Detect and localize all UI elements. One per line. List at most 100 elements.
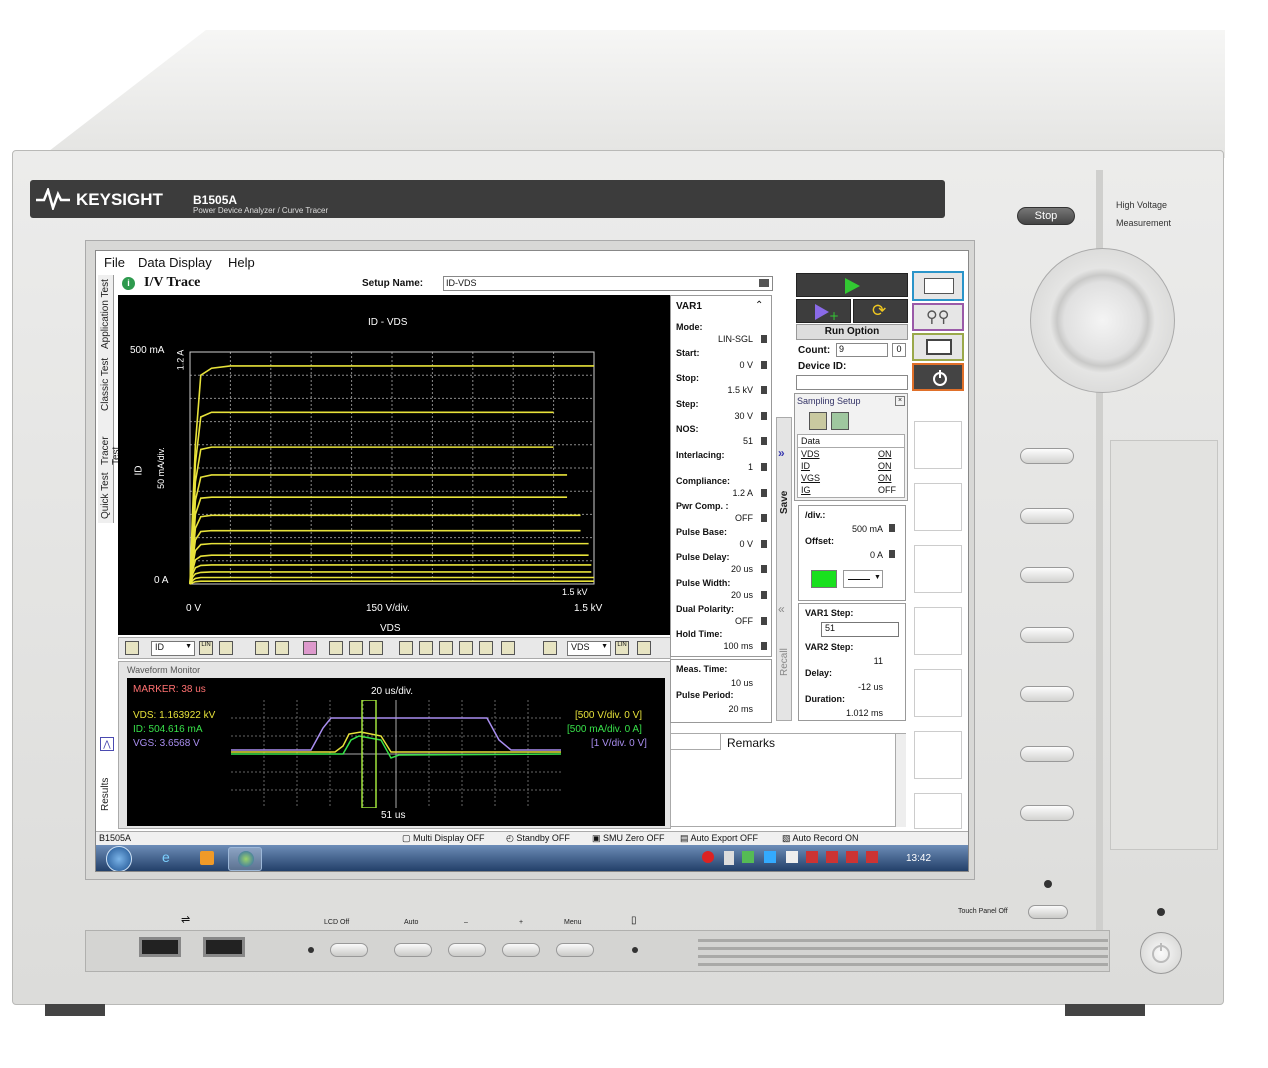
taskbar-app-button[interactable] <box>228 847 262 871</box>
keypad-icon[interactable] <box>889 524 895 532</box>
tray-icon[interactable] <box>826 851 838 863</box>
tab-quick-test[interactable]: Quick Test <box>100 471 111 520</box>
tray-icon[interactable] <box>786 851 798 863</box>
status-smu-zero[interactable]: ▣ SMU Zero OFF <box>592 833 665 844</box>
menu-data-display[interactable]: Data Display <box>138 255 212 270</box>
save-tab[interactable]: Save <box>779 478 790 514</box>
speaker-icon[interactable] <box>866 851 878 863</box>
tray-icon[interactable] <box>764 851 776 863</box>
status-auto-record[interactable]: ▧ Auto Record ON <box>782 833 859 844</box>
var1-param-value[interactable]: LIN-SGL <box>701 334 753 344</box>
var1-param-value[interactable]: OFF <box>701 513 753 523</box>
menu-button[interactable] <box>556 943 594 957</box>
var1-param-value[interactable]: 1.5 kV <box>701 385 753 395</box>
add-icon[interactable] <box>637 641 651 655</box>
softkey[interactable] <box>1020 448 1074 464</box>
softkey[interactable] <box>1020 508 1074 524</box>
touch-panel-off-button[interactable] <box>1028 905 1068 919</box>
color-icon[interactable] <box>369 641 383 655</box>
repeat-run-button[interactable]: ⟳ <box>853 299 908 323</box>
lcd-off-button[interactable] <box>330 943 368 957</box>
tab-classic-test[interactable]: Classic Test <box>100 355 111 411</box>
sampling-channel-state[interactable]: ON <box>878 449 892 459</box>
waveform-display[interactable]: MARKER: 38 us 20 us/div. VDS: 1.163922 k… <box>127 678 665 826</box>
keypad-icon[interactable] <box>761 642 767 651</box>
camera-icon[interactable] <box>349 641 363 655</box>
stop-button[interactable]: Stop <box>1017 207 1075 225</box>
keypad-icon[interactable] <box>761 411 767 420</box>
line-fit-icon[interactable] <box>399 641 413 655</box>
window-button[interactable] <box>912 333 964 361</box>
sampling-channel-name[interactable]: VDS <box>801 449 820 459</box>
var1-param-value[interactable]: 20 us <box>701 590 753 600</box>
info-icon[interactable]: i <box>122 277 135 290</box>
x-select[interactable]: VDS ▼ <box>567 641 611 656</box>
menu-file[interactable]: File <box>104 255 125 270</box>
softkey-slot[interactable] <box>914 607 962 655</box>
tab-application-test[interactable]: Application Test <box>100 277 111 349</box>
keypad-icon[interactable] <box>761 565 767 574</box>
add-icon[interactable] <box>219 641 233 655</box>
tangent-icon[interactable] <box>419 641 433 655</box>
keypad-icon[interactable] <box>761 386 767 395</box>
zoom-icon[interactable] <box>275 641 289 655</box>
var1-param-value[interactable]: 100 ms <box>701 641 753 651</box>
var1-param-value[interactable]: 1.2 A <box>701 488 753 498</box>
tray-icon[interactable] <box>846 851 858 863</box>
trace-icon[interactable] <box>255 641 269 655</box>
var1-step-field[interactable]: 51 <box>821 622 899 637</box>
softkey[interactable] <box>1020 805 1074 821</box>
y-select[interactable]: ID ▼ <box>151 641 195 656</box>
keypad-icon[interactable] <box>761 591 767 599</box>
regression-icon[interactable] <box>439 641 453 655</box>
pulse-period-value[interactable]: 20 ms <box>711 704 753 714</box>
device-id-field[interactable] <box>796 375 908 390</box>
softkey-slot[interactable] <box>914 731 962 779</box>
tray-icon[interactable] <box>702 851 714 863</box>
plus-button[interactable] <box>502 943 540 957</box>
auto-button[interactable] <box>394 943 432 957</box>
var1-param-value[interactable]: 0 V <box>701 360 753 370</box>
softkey[interactable] <box>1020 567 1074 583</box>
keypad-icon[interactable] <box>761 360 767 369</box>
collapse-up-icon[interactable]: ⌃ <box>755 300 763 311</box>
sampling-channel-name[interactable]: ID <box>801 461 810 471</box>
chevron-down-icon[interactable] <box>761 616 767 625</box>
media-player-icon[interactable] <box>200 851 214 865</box>
graph-view-button[interactable] <box>912 271 964 301</box>
y-axis-icon[interactable] <box>125 641 139 655</box>
search-button[interactable]: ⚲⚲ <box>912 303 964 331</box>
trace-color-swatch[interactable] <box>811 570 837 588</box>
status-multi-display[interactable]: ▢ Multi Display OFF <box>402 833 485 844</box>
var1-param-value[interactable]: 30 V <box>701 411 753 421</box>
marker-icon[interactable] <box>329 641 343 655</box>
rotary-knob[interactable] <box>1030 248 1175 393</box>
single-run-button[interactable] <box>796 273 908 297</box>
keypad-icon[interactable] <box>761 539 767 548</box>
lin-icon[interactable]: LIN <box>199 641 213 655</box>
softkey-slot[interactable] <box>914 793 962 829</box>
tools-icon[interactable] <box>501 641 515 655</box>
x-axis-icon[interactable] <box>543 641 557 655</box>
softkey[interactable] <box>1020 627 1074 643</box>
keypad-icon[interactable] <box>761 514 767 523</box>
sampling-channel-state[interactable]: ON <box>878 473 892 483</box>
curve-icon[interactable] <box>459 641 473 655</box>
exit-button[interactable] <box>912 363 964 391</box>
remarks-scrollbar[interactable] <box>895 734 906 827</box>
softkey-slot[interactable] <box>914 545 962 593</box>
tray-icon[interactable] <box>806 851 818 863</box>
lin-icon[interactable]: LIN <box>615 641 629 655</box>
append-run-button[interactable]: + <box>796 299 851 323</box>
div-value[interactable]: 500 mA <box>839 524 883 534</box>
status-standby[interactable]: ◴ Standby OFF <box>506 833 570 844</box>
sampling-channel-state[interactable]: ON <box>878 461 892 471</box>
keypad-icon[interactable] <box>761 437 767 446</box>
keypad-icon[interactable] <box>889 550 895 558</box>
remarks-table[interactable]: Remarks <box>670 733 906 827</box>
var1-param-value[interactable]: 0 V <box>701 539 753 549</box>
tab-results[interactable]: Results <box>100 755 111 811</box>
close-icon[interactable]: × <box>895 396 905 406</box>
duration-value[interactable]: 1.012 ms <box>829 708 883 718</box>
meas-time-value[interactable]: 10 us <box>711 678 753 688</box>
